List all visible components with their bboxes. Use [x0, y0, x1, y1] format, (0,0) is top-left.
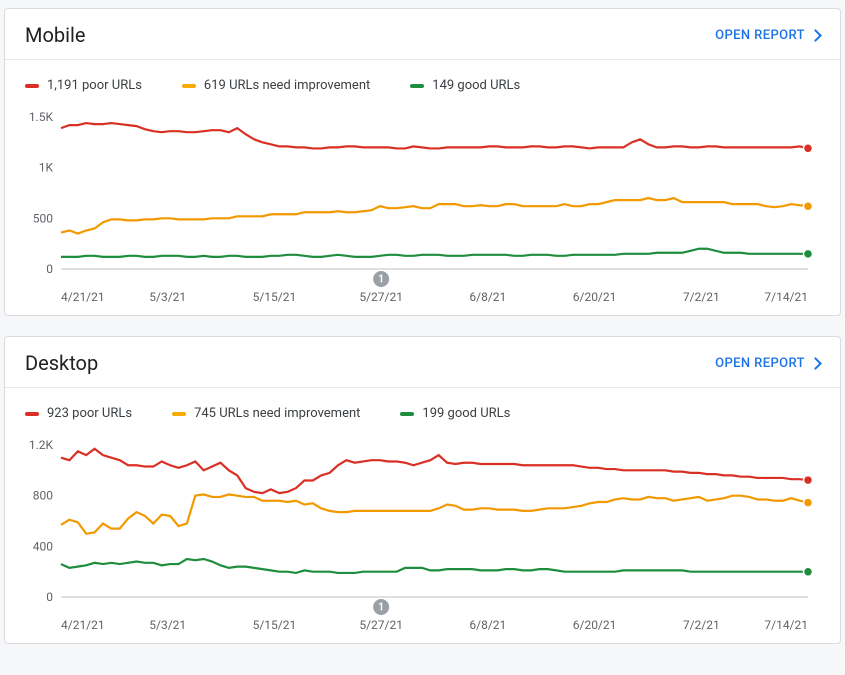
open-report-label: OPEN REPORT: [715, 28, 805, 43]
swatch-poor-icon: [25, 412, 39, 416]
swatch-need-icon: [172, 412, 186, 416]
svg-text:7/14/21: 7/14/21: [764, 290, 808, 304]
svg-text:5/3/21: 5/3/21: [149, 618, 186, 632]
desktop-card: Desktop OPEN REPORT 923 poor URLs 745 UR…: [4, 336, 841, 644]
svg-text:5/15/21: 5/15/21: [253, 618, 297, 632]
svg-text:1.5K: 1.5K: [29, 111, 54, 124]
svg-text:5/27/21: 5/27/21: [359, 618, 403, 632]
swatch-good-icon: [400, 412, 414, 416]
open-report-label: OPEN REPORT: [715, 356, 805, 371]
chart-area: 0 400 800 1.2K 1 4/21/21 5/3/21 5/15/21 5/27/21 6…: [5, 431, 840, 643]
svg-text:500: 500: [33, 211, 53, 225]
card-title: Mobile: [25, 23, 85, 47]
legend-item-good: 199 good URLs: [400, 406, 510, 421]
svg-text:1.2K: 1.2K: [29, 439, 54, 452]
open-report-link[interactable]: OPEN REPORT: [715, 28, 820, 43]
legend-label-need: 745 URLs need improvement: [194, 406, 360, 421]
svg-text:7/14/21: 7/14/21: [764, 618, 808, 632]
svg-text:5/27/21: 5/27/21: [359, 290, 403, 304]
desktop-chart: 0 400 800 1.2K 1 4/21/21 5/3/21 5/15/21 5/27/21 6…: [25, 439, 820, 639]
card-header: Desktop OPEN REPORT: [5, 337, 840, 387]
legend-label-poor: 1,191 poor URLs: [47, 78, 142, 93]
legend-label-good: 199 good URLs: [422, 406, 510, 421]
svg-text:0: 0: [46, 590, 53, 604]
svg-text:6/8/21: 6/8/21: [469, 290, 506, 304]
card-title: Desktop: [25, 351, 98, 375]
legend: 923 poor URLs 745 URLs need improvement …: [5, 388, 840, 431]
legend-item-poor: 923 poor URLs: [25, 406, 132, 421]
svg-text:0: 0: [46, 262, 53, 276]
legend-label-good: 149 good URLs: [432, 78, 520, 93]
svg-text:4/21/21: 4/21/21: [61, 290, 105, 304]
svg-text:6/8/21: 6/8/21: [469, 618, 506, 632]
legend: 1,191 poor URLs 619 URLs need improvemen…: [5, 60, 840, 103]
swatch-need-icon: [182, 84, 196, 88]
mobile-chart: 0 500 1K 1.5K 1 4/21/21 5/3/21 5/15/21 5/27/21 6/…: [25, 111, 820, 311]
svg-text:1: 1: [378, 601, 384, 614]
svg-text:400: 400: [33, 539, 53, 553]
open-report-link[interactable]: OPEN REPORT: [715, 356, 820, 371]
swatch-good-icon: [410, 84, 424, 88]
legend-item-poor: 1,191 poor URLs: [25, 78, 142, 93]
swatch-poor-icon: [25, 84, 39, 88]
svg-text:7/2/21: 7/2/21: [683, 618, 720, 632]
mobile-card: Mobile OPEN REPORT 1,191 poor URLs 619 U…: [4, 8, 841, 316]
card-header: Mobile OPEN REPORT: [5, 9, 840, 59]
legend-item-good: 149 good URLs: [410, 78, 520, 93]
svg-text:4/21/21: 4/21/21: [61, 618, 105, 632]
legend-label-poor: 923 poor URLs: [47, 406, 132, 421]
legend-item-need: 619 URLs need improvement: [182, 78, 370, 93]
svg-text:6/20/21: 6/20/21: [573, 618, 617, 632]
svg-text:5/15/21: 5/15/21: [253, 290, 297, 304]
legend-item-need: 745 URLs need improvement: [172, 406, 360, 421]
svg-text:800: 800: [33, 489, 53, 503]
svg-text:1K: 1K: [39, 161, 54, 175]
chevron-right-icon: [809, 29, 822, 42]
chevron-right-icon: [809, 357, 822, 370]
svg-text:1: 1: [378, 273, 384, 286]
svg-text:6/20/21: 6/20/21: [573, 290, 617, 304]
svg-text:5/3/21: 5/3/21: [149, 290, 186, 304]
svg-text:7/2/21: 7/2/21: [683, 290, 720, 304]
legend-label-need: 619 URLs need improvement: [204, 78, 370, 93]
chart-area: 0 500 1K 1.5K 1 4/21/21 5/3/21 5/15/21 5/27/21 6/…: [5, 103, 840, 315]
